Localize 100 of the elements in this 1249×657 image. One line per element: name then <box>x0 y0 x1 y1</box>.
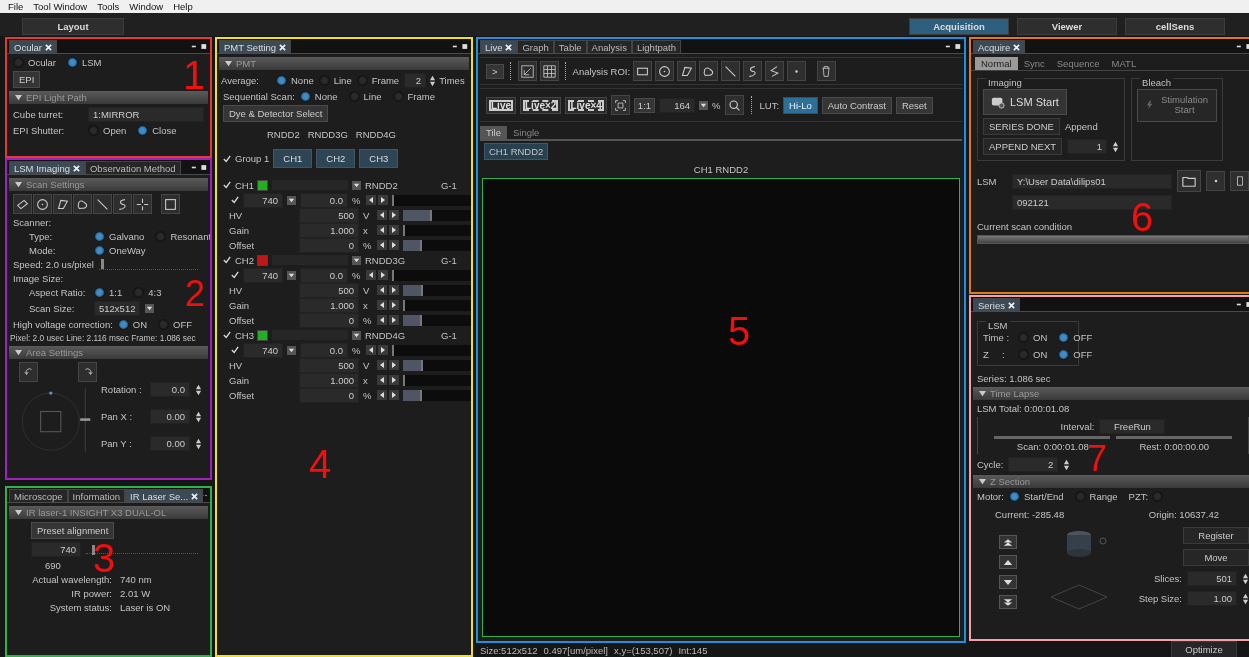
parameter-slider[interactable] <box>403 299 471 311</box>
times-field[interactable]: 2 <box>404 73 427 88</box>
menu-item[interactable]: Tool Window <box>33 1 88 12</box>
channel-color-swatch[interactable] <box>257 329 268 341</box>
lut-button[interactable]: Reset <box>895 96 933 114</box>
check-icon[interactable] <box>223 181 231 189</box>
step-arrows-icon[interactable] <box>377 240 399 250</box>
radio-option[interactable]: None <box>276 75 314 86</box>
z-move-button[interactable] <box>999 575 1017 589</box>
interval-field[interactable]: FreeRun <box>1099 419 1166 434</box>
step-arrows-icon[interactable] <box>377 225 399 235</box>
close-icon[interactable] <box>1007 301 1015 309</box>
radio-option[interactable]: ON <box>1018 349 1048 360</box>
rotated-rectangle-tool-button[interactable] <box>13 194 32 214</box>
radio-option[interactable]: 4:3 <box>133 287 162 298</box>
spinner-arrows-icon[interactable] <box>1242 572 1249 585</box>
radio-option[interactable]: ON <box>1018 332 1048 343</box>
dropdown-arrow-icon[interactable] <box>145 304 155 313</box>
window-controls-icon[interactable] <box>191 164 207 171</box>
expand-button[interactable]: > <box>486 63 504 79</box>
rotate-right-button[interactable] <box>78 362 97 382</box>
freehand-tool-button[interactable] <box>73 194 92 214</box>
check-icon[interactable] <box>231 346 239 354</box>
workspace-tab[interactable]: cellSens <box>1125 18 1225 35</box>
panel-tab[interactable]: Series <box>973 298 1020 311</box>
channel-button[interactable]: CH1 <box>273 149 313 168</box>
close-icon[interactable] <box>191 492 199 500</box>
number-field[interactable]: 0.0 <box>300 267 348 283</box>
radio-option[interactable]: Range <box>1074 491 1118 502</box>
panel-tab[interactable]: Acquire <box>973 40 1026 53</box>
parameter-slider[interactable] <box>403 284 471 296</box>
check-icon[interactable] <box>223 331 231 339</box>
panel-tab[interactable]: Lightpath <box>631 40 682 53</box>
curve-tool-button[interactable] <box>743 61 763 81</box>
zoom-button[interactable] <box>724 95 744 115</box>
check-icon[interactable] <box>223 256 231 264</box>
append-next-button[interactable]: APPEND NEXT <box>983 138 1063 155</box>
check-icon[interactable] <box>223 154 231 163</box>
lut-button[interactable]: Hi-Lo <box>783 96 818 114</box>
laser-wavelength-dropdown[interactable]: 740 <box>243 267 283 283</box>
scan-size-dropdown[interactable]: 512x512 <box>94 301 141 316</box>
z-move-button[interactable] <box>999 555 1017 569</box>
close-icon[interactable] <box>505 43 513 51</box>
channel-chip[interactable]: CH1 RNDD2 <box>484 143 549 160</box>
number-field[interactable]: 0.00 <box>150 409 190 424</box>
step-size-field[interactable]: 1.00 <box>1187 591 1237 606</box>
panel-tab[interactable]: Table <box>553 40 587 53</box>
radio-option[interactable]: Start/End <box>1008 491 1064 502</box>
cube-turret-dropdown[interactable]: 1:MIRROR <box>88 107 204 122</box>
parameter-slider[interactable] <box>403 359 471 371</box>
radio-option[interactable]: None <box>299 91 338 102</box>
layout-tab[interactable]: Layout <box>22 18 124 35</box>
radio-option[interactable]: Close <box>137 125 177 136</box>
polyline-tool-button[interactable] <box>765 61 785 81</box>
parameter-slider[interactable] <box>403 314 471 326</box>
dropdown-arrow-icon[interactable] <box>352 180 361 190</box>
power-slider[interactable] <box>392 269 471 281</box>
spinner-arrows-icon[interactable] <box>195 410 202 423</box>
radio-option[interactable]: LSM <box>67 57 102 68</box>
crosshair-tool-button[interactable] <box>133 194 152 214</box>
step-arrows-icon[interactable] <box>377 360 399 370</box>
step-arrows-icon[interactable] <box>377 300 399 310</box>
step-arrows-icon[interactable] <box>377 285 399 295</box>
z-move-button[interactable] <box>999 535 1017 549</box>
live-scan-button[interactable]: Live×2 <box>520 96 562 114</box>
power-slider[interactable] <box>392 344 471 356</box>
spinner-arrows-icon[interactable] <box>1242 592 1249 605</box>
step-arrows-icon[interactable] <box>366 345 388 355</box>
fit-button[interactable] <box>610 95 630 115</box>
check-icon[interactable] <box>231 271 239 279</box>
close-icon[interactable] <box>73 164 80 172</box>
spinner-arrows-icon[interactable] <box>1112 140 1120 153</box>
dye-detector-button[interactable]: Dye & Detector Select <box>223 105 329 122</box>
step-arrows-icon[interactable] <box>377 315 399 325</box>
panel-tab[interactable]: LSM Imaging <box>9 161 85 174</box>
panel-tab[interactable]: Graph <box>517 40 554 53</box>
workspace-tab[interactable]: Viewer <box>1017 18 1117 35</box>
polygon-tool-button[interactable] <box>53 194 72 214</box>
line-tool-button[interactable] <box>93 194 112 214</box>
power-slider[interactable] <box>392 194 471 206</box>
step-arrows-icon[interactable] <box>377 375 399 385</box>
speed-slider[interactable] <box>98 259 198 270</box>
rotate-left-button[interactable] <box>19 362 38 382</box>
laser-wavelength-dropdown[interactable]: 740 <box>243 192 283 208</box>
laser-wavelength-dropdown[interactable]: 740 <box>243 342 283 358</box>
folder-button[interactable] <box>1177 170 1201 192</box>
menu-item[interactable]: Window <box>129 1 164 12</box>
panel-tab[interactable]: IR Laser Se... <box>125 489 204 502</box>
channel-button[interactable]: CH2 <box>316 149 356 168</box>
polygon-tool-button[interactable] <box>677 61 697 81</box>
delete-roi-button[interactable] <box>817 61 837 81</box>
sub-tab[interactable]: MATL <box>1105 57 1143 70</box>
radio-option[interactable]: OneWay <box>94 245 146 256</box>
panel-tab[interactable]: Information <box>67 489 126 502</box>
step-arrows-icon[interactable] <box>366 270 388 280</box>
chart-tool-button[interactable] <box>517 61 537 81</box>
check-icon[interactable] <box>231 196 239 204</box>
channel-color-swatch[interactable] <box>257 179 268 191</box>
channel-button[interactable]: CH3 <box>359 149 399 168</box>
close-icon[interactable] <box>279 43 287 51</box>
